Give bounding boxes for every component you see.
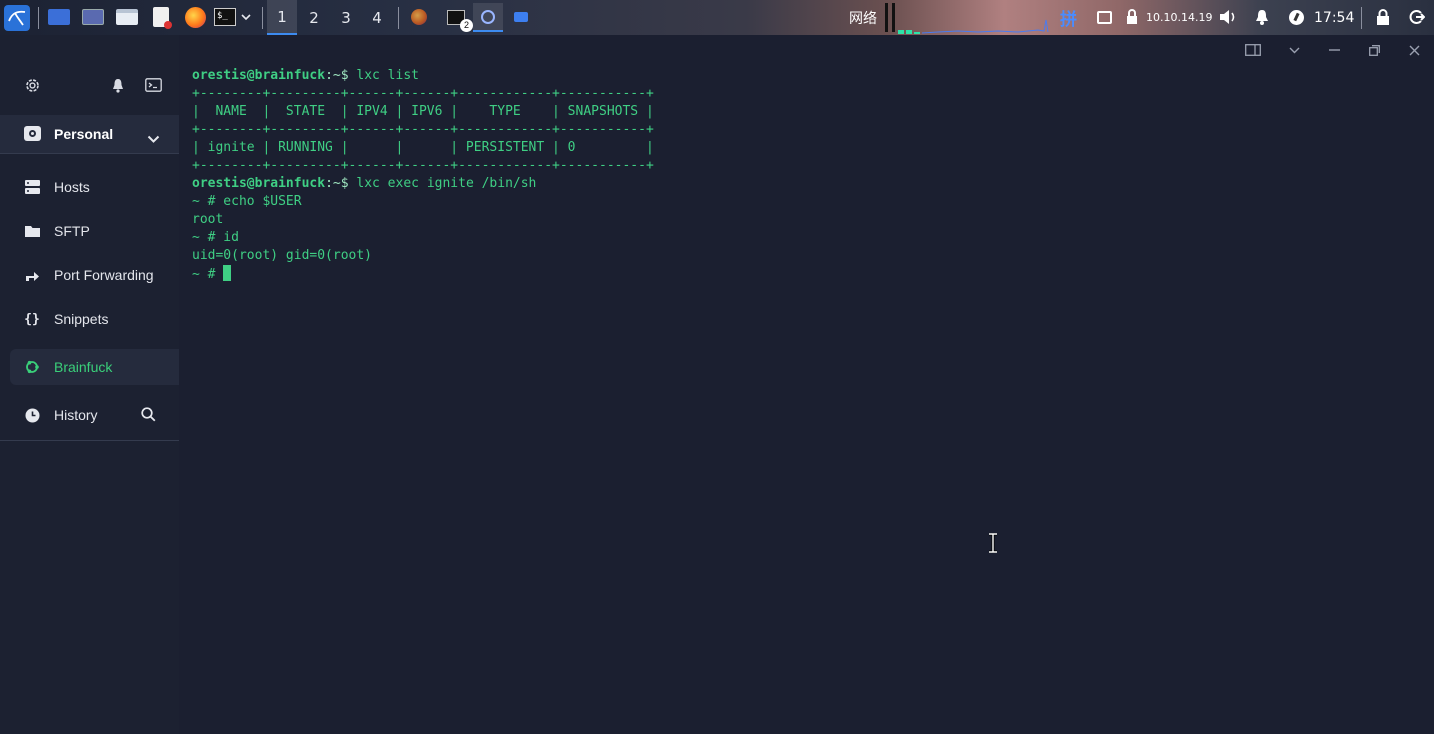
ubuntu-icon	[24, 359, 40, 375]
prompt-path: :~$	[325, 176, 357, 191]
terminal-line: ~ # id	[192, 230, 239, 245]
volume-icon[interactable]	[1216, 5, 1240, 29]
vault-selector[interactable]: Personal	[0, 115, 179, 153]
vpn-lock-icon[interactable]	[1122, 5, 1142, 29]
sidebar-item-label: Brainfuck	[54, 359, 113, 375]
sidebar-item-brainfuck[interactable]: Brainfuck	[10, 349, 179, 385]
workspace-2[interactable]: 2	[299, 0, 329, 35]
workspace-4[interactable]: 4	[362, 0, 392, 35]
sidebar-item-label: History	[54, 407, 98, 423]
taskbar-separator	[38, 7, 39, 29]
terminal-line: ~ #	[192, 265, 654, 283]
screen-capture-icon[interactable]	[81, 5, 105, 29]
table-row: | ignite | RUNNING | | | PERSISTENT | 0 …	[192, 140, 654, 155]
sidebar-item-hosts[interactable]: Hosts	[10, 169, 179, 205]
vault-icon	[24, 126, 41, 141]
sidebar-item-label: Hosts	[54, 179, 90, 195]
logout-icon[interactable]	[1405, 5, 1429, 29]
chevron-down-icon[interactable]	[1286, 42, 1302, 58]
input-method-indicator[interactable]: 拼	[1060, 0, 1077, 35]
sidebar-item-label: Port Forwarding	[54, 267, 154, 283]
close-icon[interactable]	[1406, 42, 1422, 58]
power-status-icon[interactable]	[1284, 5, 1308, 29]
shell-prompt: ~ #	[192, 267, 224, 282]
notifications-icon[interactable]	[108, 75, 128, 95]
terminal-launcher-icon[interactable]: $_	[213, 5, 237, 29]
table-header: | NAME | STATE | IPV4 | IPV6 | TYPE | SN…	[192, 104, 654, 119]
history-search-icon[interactable]	[141, 407, 156, 426]
taskbar-separator	[262, 7, 263, 29]
text-editor-icon[interactable]	[149, 5, 173, 29]
terminal-line: root	[192, 212, 224, 227]
terminal-pane[interactable]: orestis@brainfuck:~$ lxc list +--------+…	[179, 35, 1434, 734]
terminal-line: ~ # echo $USER	[192, 194, 302, 209]
vault-label: Personal	[54, 126, 114, 142]
terminal-icon[interactable]	[143, 75, 163, 95]
clock-icon	[24, 407, 40, 423]
sidebar: Personal Hosts SFTP Port Forwarding {} S…	[0, 35, 179, 734]
network-graph-divider	[892, 3, 895, 32]
terminal-cursor	[223, 265, 232, 281]
hosts-icon	[24, 179, 40, 195]
notifications-bell-icon[interactable]	[1250, 5, 1274, 29]
sidebar-item-label: SFTP	[54, 223, 90, 239]
chevron-down-icon	[147, 129, 160, 148]
network-graph-divider	[885, 3, 888, 32]
prompt-user: orestis@brainfuck	[192, 176, 326, 191]
prompt-user: orestis@brainfuck	[192, 68, 326, 83]
kali-menu-icon[interactable]	[4, 5, 30, 31]
sidebar-divider	[0, 153, 179, 154]
firefox-icon[interactable]	[183, 5, 207, 29]
text-cursor-icon	[988, 532, 998, 557]
clock[interactable]: 17:54	[1314, 0, 1354, 35]
minimize-icon[interactable]	[1326, 42, 1342, 58]
clipboard-icon[interactable]	[1092, 5, 1116, 29]
settings-gear-icon[interactable]	[22, 75, 42, 95]
termius-window-icon[interactable]	[473, 3, 503, 32]
table-border: +--------+---------+------+------+------…	[192, 86, 654, 101]
window-count-badge: 2	[460, 18, 473, 32]
sidebar-item-sftp[interactable]: SFTP	[10, 213, 179, 249]
command-text: lxc list	[356, 68, 419, 83]
network-label: 网络	[849, 10, 877, 27]
workspace-3[interactable]: 3	[331, 0, 361, 35]
taskbar-separator	[398, 7, 399, 29]
system-taskbar: $_ 1 2 3 4 2 网络 拼 10.10.14.19 17:54	[0, 0, 1434, 35]
terminal-line: orestis@brainfuck:~$ lxc exec ignite /bi…	[192, 175, 654, 193]
port-forwarding-icon	[24, 267, 40, 283]
folder-window-icon[interactable]	[509, 5, 533, 29]
lock-screen-icon[interactable]	[1371, 5, 1395, 29]
show-desktop-icon[interactable]	[47, 5, 71, 29]
ip-address: 10.10.14.19	[1146, 11, 1213, 24]
firefox-window-icon[interactable]	[407, 5, 431, 29]
sidebar-divider	[0, 440, 179, 441]
network-activity-graph	[898, 10, 1050, 34]
workspace-1[interactable]: 1	[267, 0, 297, 35]
table-border: +--------+---------+------+------+------…	[192, 158, 654, 173]
prompt-path: :~$	[325, 68, 357, 83]
file-manager-icon[interactable]	[115, 5, 139, 29]
sidebar-item-port-forwarding[interactable]: Port Forwarding	[10, 257, 179, 293]
braces-icon: {}	[24, 311, 40, 327]
chevron-down-icon[interactable]	[238, 5, 254, 29]
terminal-window-icon[interactable]: 2	[441, 5, 473, 32]
table-border: +--------+---------+------+------+------…	[192, 122, 654, 137]
terminal-line: uid=0(root) gid=0(root)	[192, 248, 373, 263]
taskbar-separator	[1361, 7, 1362, 29]
sidebar-item-label: Snippets	[54, 311, 109, 327]
terminal-line: orestis@brainfuck:~$ lxc list	[192, 67, 654, 85]
sidebar-item-snippets[interactable]: {} Snippets	[10, 301, 179, 337]
command-text: lxc exec ignite /bin/sh	[356, 176, 537, 191]
restore-icon[interactable]	[1366, 42, 1382, 58]
split-view-icon[interactable]	[1245, 42, 1261, 58]
terminal-output: orestis@brainfuck:~$ lxc list +--------+…	[192, 67, 654, 283]
folder-icon	[24, 223, 40, 239]
